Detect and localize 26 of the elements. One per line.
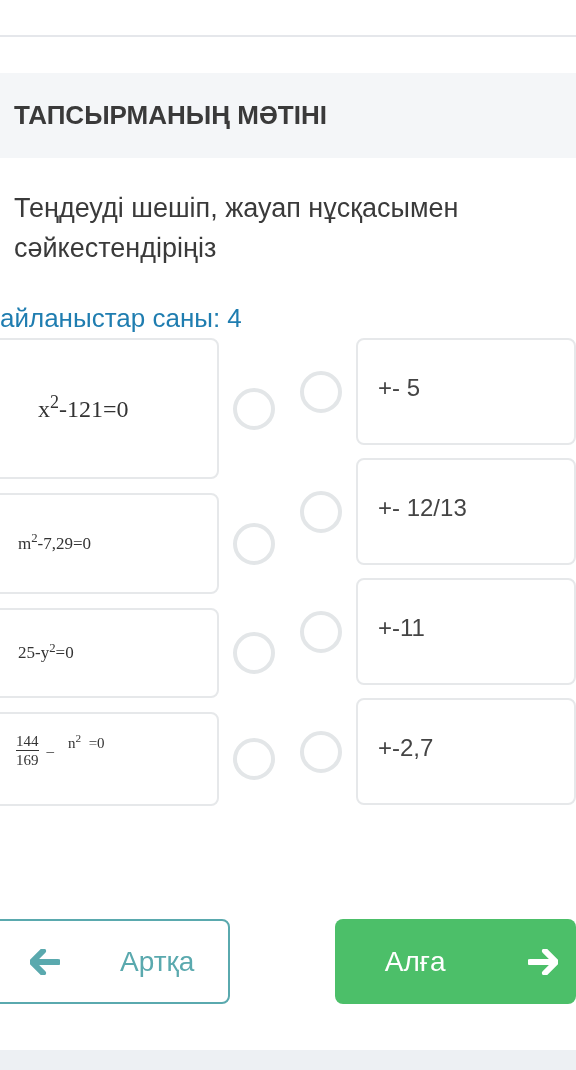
question-text: Теңдеуді шешіп, жауап нұсқасымен сәйкестендіріңіз — [13, 192, 460, 265]
equation-card[interactable]: 25-y$^{2}$=0 — [0, 608, 219, 698]
radio-button[interactable] — [233, 387, 275, 430]
equation-card[interactable]: m$^{2}$-7,29=0 — [0, 493, 219, 594]
answer-card[interactable]: +- 12/13 — [356, 458, 576, 565]
radio-button[interactable] — [300, 610, 342, 653]
radio-button[interactable] — [300, 490, 342, 533]
radio-button[interactable] — [233, 522, 275, 565]
equation-text: m$^{2}$-7,29=0 — [18, 530, 92, 555]
minus-sign: – — [46, 742, 54, 761]
radio-button[interactable] — [233, 738, 275, 780]
fraction: 144 169 — [16, 732, 39, 769]
radio-button[interactable] — [300, 730, 342, 773]
answer-card[interactable]: +-2,7 — [356, 698, 576, 805]
radio-button[interactable] — [233, 632, 275, 674]
answer-card[interactable]: +- 5 — [356, 338, 576, 445]
arrow-right-icon — [527, 948, 558, 975]
section-title: ТАПСЫРМАНЫҢ МӘТІНІ — [14, 99, 327, 132]
equation-text: x$^{2}$-121=0 — [38, 390, 129, 424]
arrow-left-icon — [30, 948, 60, 975]
radio-button[interactable] — [300, 370, 342, 413]
answer-card[interactable]: +-11 — [356, 578, 576, 685]
equation-text: n$^{2}$ =0 — [68, 732, 105, 753]
equation-card[interactable]: x$^{2}$-121=0 — [0, 338, 219, 479]
equation-text: 25-y$^{2}$=0 — [18, 640, 74, 665]
connections-count: айланыстар саны: 4 — [0, 302, 243, 335]
